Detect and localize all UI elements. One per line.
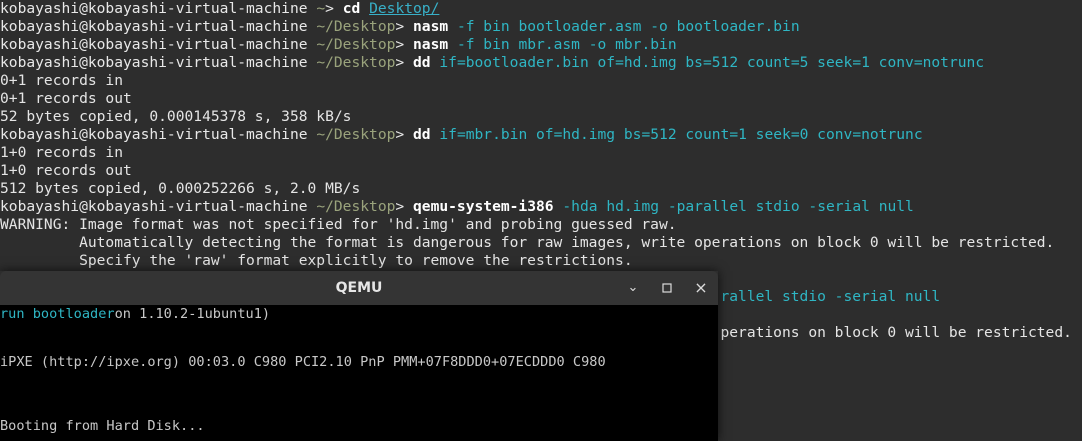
terminal-output: 52 bytes copied, 0.000145378 s, 358 kB/s: [0, 108, 352, 125]
prompt-user: kobayashi@kobayashi-virtual-machine: [0, 0, 308, 17]
prompt-user: kobayashi@kobayashi-virtual-machine: [0, 198, 308, 215]
prompt-path: ~/Desktop: [316, 36, 396, 53]
terminal-line: kobayashi@kobayashi-virtual-machine ~/De…: [0, 18, 1082, 36]
prompt-path: ~: [316, 0, 326, 17]
command: dd: [413, 54, 431, 71]
screen-line: Booting from Hard Disk...: [0, 418, 205, 434]
minimize-icon[interactable]: ⌄: [623, 278, 643, 298]
terminal-output: 512 bytes copied, 0.000252266 s, 2.0 MB/…: [0, 180, 361, 197]
prompt-path: ~/Desktop: [316, 18, 396, 35]
prompt-path: ~/Desktop: [316, 126, 396, 143]
prompt-user: kobayashi@kobayashi-virtual-machine: [0, 54, 308, 71]
prompt-sep: >: [395, 18, 405, 35]
terminal-line: kobayashi@kobayashi-virtual-machine ~/De…: [0, 54, 1082, 72]
terminal-output: WARNING: Image format was not specified …: [0, 216, 677, 233]
qemu-titlebar[interactable]: QEMU ⌄ ×: [0, 271, 718, 305]
terminal-output: 1+0 records out: [0, 162, 132, 179]
command-args[interactable]: Desktop/: [369, 0, 439, 17]
qemu-window[interactable]: QEMU ⌄ × run bootloaderon 1.10.2-1ubuntu…: [0, 271, 718, 441]
terminal-line: kobayashi@kobayashi-virtual-machine ~/De…: [0, 36, 1082, 54]
prompt-user: kobayashi@kobayashi-virtual-machine: [0, 126, 308, 143]
terminal-output: 0+1 records out: [0, 90, 132, 107]
prompt-path: ~/Desktop: [316, 54, 396, 71]
command: qemu-system-i386: [413, 198, 554, 215]
command: cd: [342, 0, 361, 17]
prompt-sep: >: [395, 126, 405, 143]
qemu-title: QEMU: [335, 280, 383, 296]
command-args: -f bin bootloader.asm -o bootloader.bin: [456, 18, 800, 35]
prompt-path: ~/Desktop: [316, 198, 396, 215]
prompt-user: kobayashi@kobayashi-virtual-machine: [0, 36, 308, 53]
command: dd: [413, 126, 431, 143]
terminal-output: 1+0 records in: [0, 144, 124, 161]
screen-line: iPXE (http://ipxe.org) 00:03.0 C980 PCI2…: [0, 354, 606, 370]
terminal-line: kobayashi@kobayashi-virtual-machine ~/De…: [0, 126, 1082, 144]
command-args: -f bin mbr.asm -o mbr.bin: [456, 36, 677, 53]
command-args: if=mbr.bin of=hd.img bs=512 count=1 seek…: [439, 126, 923, 143]
screen-line-prefix: run bootloader: [0, 306, 115, 322]
prompt-sep: >: [325, 0, 334, 17]
prompt-sep: >: [395, 36, 405, 53]
terminal-output: Specify the 'raw' format explicitly to r…: [0, 252, 633, 269]
screen-line-rest: on 1.10.2-1ubuntu1): [114, 306, 271, 322]
command-args: if=bootloader.bin of=hd.img bs=512 count…: [439, 54, 985, 71]
screen-line: run bootloaderon 1.10.2-1ubuntu1): [0, 306, 270, 322]
maximize-icon[interactable]: [657, 278, 677, 298]
prompt-sep: >: [395, 198, 405, 215]
prompt-user: kobayashi@kobayashi-virtual-machine: [0, 18, 308, 35]
terminal-line: kobayashi@kobayashi-virtual-machine ~/De…: [0, 198, 1082, 216]
qemu-screen[interactable]: run bootloaderon 1.10.2-1ubuntu1) iPXE (…: [0, 305, 718, 441]
prompt-sep: >: [395, 54, 405, 71]
terminal-output: Automatically detecting the format is da…: [0, 234, 1055, 251]
maximize-square-icon: [662, 283, 672, 293]
command-args: -hda hd.img -parallel stdio -serial null: [562, 198, 914, 215]
terminal-line: kobayashi@kobayashi-virtual-machine ~> c…: [0, 0, 1082, 18]
command: nasm: [413, 36, 449, 53]
close-icon[interactable]: ×: [691, 278, 711, 298]
command: nasm: [413, 18, 449, 35]
terminal-output: 0+1 records in: [0, 72, 124, 89]
